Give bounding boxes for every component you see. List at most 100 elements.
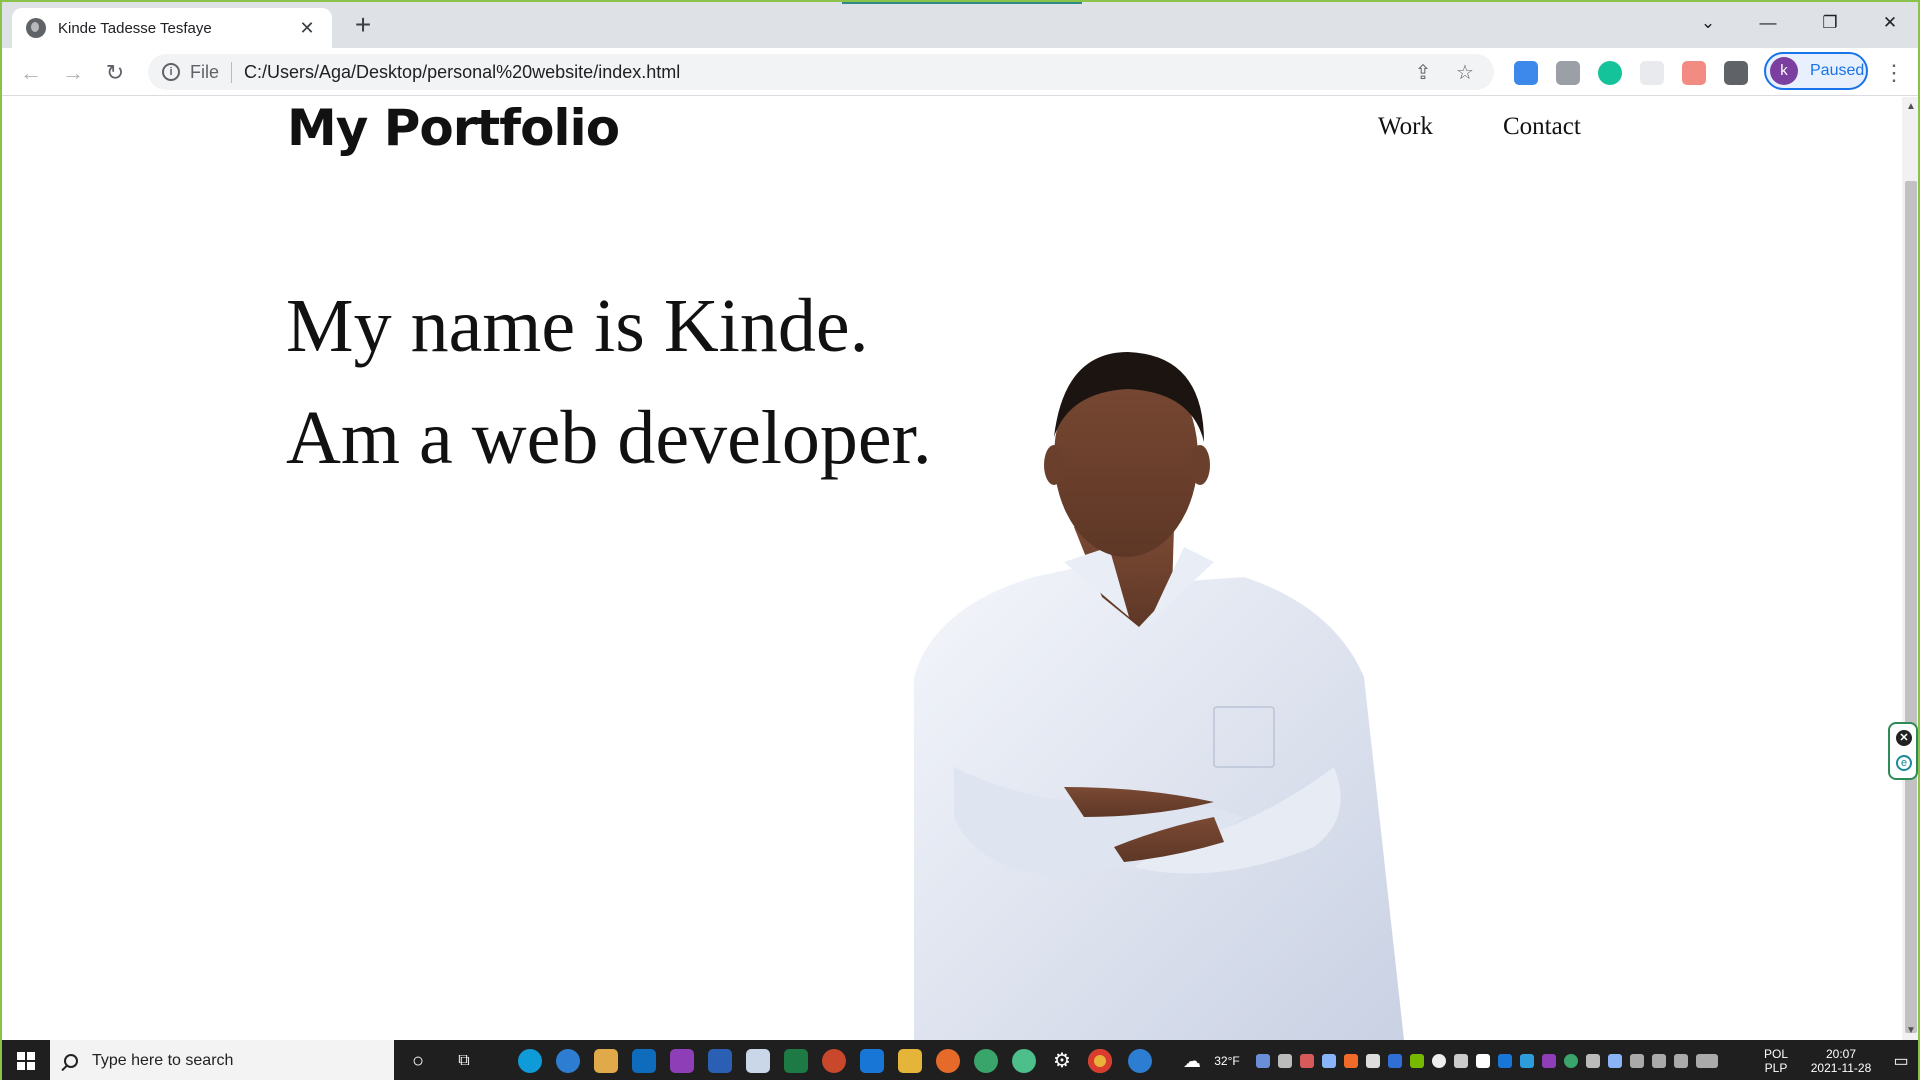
restore-button[interactable]: ❐ (1810, 8, 1850, 38)
arrow-left-icon[interactable]: ← (16, 58, 46, 88)
close-widget-icon[interactable]: ✕ (1896, 730, 1912, 746)
keyboard-layout: PLP (1764, 1061, 1788, 1075)
bluetooth-icon[interactable] (860, 1049, 884, 1073)
cortana-icon[interactable]: ○ (404, 1046, 432, 1076)
portrait-photo (914, 352, 1404, 1040)
language-code: POL (1763, 1047, 1788, 1061)
scrollbar-thumb[interactable] (1905, 181, 1917, 1033)
tray-icon-2[interactable] (1278, 1054, 1292, 1068)
scroll-down-arrow-icon[interactable]: ▼ (1902, 1025, 1918, 1036)
task-view-icon[interactable]: ⧉ (450, 1046, 478, 1076)
bluetooth-tray-icon[interactable] (1498, 1054, 1512, 1068)
star-icon[interactable]: ☆ (1450, 60, 1480, 85)
firefox-icon[interactable] (936, 1049, 960, 1073)
close-tab-icon[interactable]: ✕ (296, 18, 318, 39)
tray-icon-10[interactable] (1520, 1054, 1534, 1068)
page-scrollbar[interactable]: ▲ ▼ (1902, 97, 1918, 1040)
arrow-right-icon[interactable]: → (58, 58, 88, 88)
input-language[interactable]: POL PLP (1756, 1040, 1796, 1080)
app-teal-icon[interactable] (1012, 1049, 1036, 1073)
scroll-up-arrow-icon[interactable]: ▲ (1902, 101, 1918, 112)
extension-cast-icon[interactable] (1682, 61, 1706, 85)
url-scheme: File (190, 61, 233, 83)
avatar: k (1770, 57, 1798, 85)
onenote-tray-icon[interactable] (1542, 1054, 1556, 1068)
nvidia-icon[interactable] (1410, 1054, 1424, 1068)
weather-cloud-icon[interactable]: ☁ (1178, 1040, 1206, 1080)
powerpoint-icon[interactable] (822, 1049, 846, 1073)
notification-icon[interactable]: ▭ (1886, 1040, 1916, 1080)
info-icon[interactable]: i (162, 63, 180, 81)
file-explorer-icon[interactable] (898, 1049, 922, 1073)
minimize-button[interactable]: — (1748, 8, 1788, 38)
address-bar[interactable]: i File C:/Users/Aga/Desktop/personal%20w… (148, 54, 1494, 90)
grammarly-icon[interactable] (1598, 61, 1622, 85)
tray-icon-13[interactable] (1608, 1054, 1622, 1068)
side-widget[interactable]: ✕ e (1888, 722, 1918, 780)
start-button[interactable] (2, 1040, 50, 1080)
word-icon[interactable] (708, 1049, 732, 1073)
help-icon-2[interactable] (1128, 1049, 1152, 1073)
tab-title: Kinde Tadesse Tesfaye (58, 19, 212, 37)
defender-shield-icon[interactable] (1476, 1054, 1490, 1068)
taskbar-search-box[interactable]: Type here to search (50, 1040, 394, 1080)
onenote-icon[interactable] (670, 1049, 694, 1073)
tab-strip-accent (842, 2, 1082, 4)
hero-headline-name: My name is Kinde. (286, 284, 869, 368)
widget-e-icon[interactable]: e (1896, 755, 1912, 771)
volume-icon[interactable] (1652, 1054, 1666, 1068)
battery-icon[interactable] (1674, 1054, 1688, 1068)
clock-date: 2021-11-28 (1810, 1061, 1872, 1075)
web-page: My Portfolio Work Contact My name is Kin… (2, 97, 1902, 1040)
tray-icon-11[interactable] (1564, 1054, 1578, 1068)
outlook-icon[interactable] (632, 1049, 656, 1073)
globe-icon (26, 18, 46, 38)
tab-strip: Kinde Tadesse Tesfaye ✕ + ⌄ — ❐ ✕ (2, 2, 1918, 48)
tray-icon-7[interactable] (1388, 1054, 1402, 1068)
browser-toolbar: ← → ↻ i File C:/Users/Aga/Desktop/person… (2, 48, 1918, 96)
help-icon[interactable] (556, 1049, 580, 1073)
tray-icon-5[interactable] (1344, 1054, 1358, 1068)
settings-gear-icon[interactable]: ⚙ (1048, 1046, 1076, 1076)
puzzle-icon[interactable] (1724, 61, 1748, 85)
windows-logo-icon (17, 1052, 35, 1070)
tray-icon-4[interactable] (1322, 1054, 1336, 1068)
chrome-icon[interactable] (1088, 1049, 1112, 1073)
reload-icon[interactable]: ↻ (100, 58, 130, 88)
share-icon[interactable]: ⇪ (1408, 60, 1438, 85)
profile-status: Paused (1810, 62, 1865, 79)
tray-icon-3[interactable] (1300, 1054, 1314, 1068)
search-icon (64, 1054, 78, 1068)
weather-temperature[interactable]: 32°F (1208, 1040, 1246, 1080)
edge-icon[interactable] (518, 1049, 542, 1073)
kebab-menu-icon[interactable]: ⋮ (1882, 60, 1906, 86)
extension-blank-icon[interactable] (1640, 61, 1664, 85)
url-text[interactable]: C:/Users/Aga/Desktop/personal%20website/… (244, 62, 1396, 83)
store-icon[interactable] (746, 1049, 770, 1073)
media-player-icon[interactable] (594, 1049, 618, 1073)
browser-tab[interactable]: Kinde Tadesse Tesfaye ✕ (12, 8, 332, 48)
extension-eraser-icon[interactable] (1556, 61, 1580, 85)
browser-window: Kinde Tadesse Tesfaye ✕ + ⌄ — ❐ ✕ ← → ↻ … (0, 0, 1920, 1080)
keyboard-icon[interactable] (1696, 1054, 1718, 1068)
tray-icon-6[interactable] (1366, 1054, 1380, 1068)
search-placeholder: Type here to search (92, 1052, 234, 1069)
profile-button[interactable]: k Paused (1764, 52, 1868, 90)
excel-icon[interactable] (784, 1049, 808, 1073)
tray-icon-9[interactable] (1454, 1054, 1468, 1068)
site-brand[interactable]: My Portfolio (287, 99, 620, 157)
wifi-icon[interactable] (1630, 1054, 1644, 1068)
tray-icon-8[interactable] (1432, 1054, 1446, 1068)
tray-icon-12[interactable] (1586, 1054, 1600, 1068)
tray-icon-1[interactable] (1256, 1054, 1270, 1068)
extension-translate-icon[interactable] (1514, 61, 1538, 85)
nav-link-contact[interactable]: Contact (1503, 113, 1581, 141)
clock-time: 20:07 (1825, 1047, 1857, 1061)
new-tab-button[interactable]: + (348, 10, 378, 40)
hero-headline-role: Am a web developer. (286, 396, 932, 480)
tab-search-chevron-icon[interactable]: ⌄ (1688, 8, 1728, 38)
app-green-icon[interactable] (974, 1049, 998, 1073)
clock[interactable]: 20:07 2021-11-28 (1800, 1040, 1882, 1080)
close-window-button[interactable]: ✕ (1870, 8, 1910, 38)
nav-link-work[interactable]: Work (1378, 113, 1433, 141)
